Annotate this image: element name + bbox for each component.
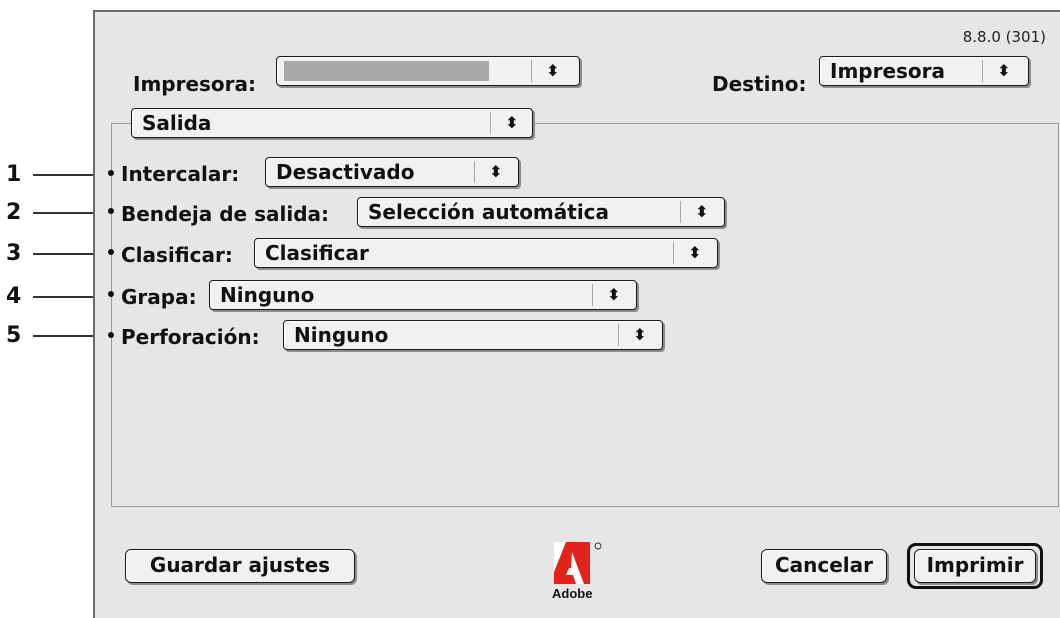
sort-label: Clasificar: bbox=[121, 243, 233, 267]
callout-dot bbox=[108, 291, 114, 297]
printer-name-redacted bbox=[284, 61, 489, 81]
collate-value: Desactivado bbox=[276, 160, 415, 184]
output-tray-label: Bendeja de salida: bbox=[121, 202, 330, 226]
callout-dot bbox=[108, 332, 114, 338]
cancel-button[interactable]: Cancelar bbox=[761, 549, 887, 583]
chevron-updown-icon: ⬍ bbox=[688, 243, 702, 262]
punch-label: Perforación: bbox=[121, 325, 260, 349]
collate-label: Intercalar: bbox=[121, 162, 240, 186]
callout-number: 5 bbox=[6, 323, 22, 348]
sort-value: Clasificar bbox=[265, 241, 369, 265]
callout-number: 4 bbox=[6, 284, 22, 309]
chevron-updown-icon: ⬍ bbox=[607, 285, 621, 304]
print-button[interactable]: Imprimir bbox=[914, 549, 1036, 583]
chevron-updown-icon: ⬍ bbox=[633, 325, 647, 344]
callout-number: 1 bbox=[6, 162, 22, 187]
chevron-updown-icon: ⬍ bbox=[489, 162, 503, 181]
output-group bbox=[111, 123, 1059, 507]
punch-select[interactable]: Ninguno ⬍ bbox=[283, 320, 663, 350]
panel-value: Salida bbox=[142, 111, 212, 135]
print-dialog: 8.8.0 (301) Impresora: ⬍ Destino: Impres… bbox=[93, 10, 1060, 618]
callout-dot bbox=[108, 249, 114, 255]
chevron-updown-icon: ⬍ bbox=[997, 61, 1011, 80]
staple-select[interactable]: Ninguno ⬍ bbox=[209, 280, 637, 310]
panel-select[interactable]: Salida ⬍ bbox=[131, 108, 533, 138]
collate-select[interactable]: Desactivado ⬍ bbox=[265, 157, 519, 187]
staple-label: Grapa: bbox=[121, 285, 197, 309]
chevron-updown-icon: ⬍ bbox=[695, 202, 709, 221]
callout-number: 2 bbox=[6, 200, 22, 225]
punch-value: Ninguno bbox=[294, 323, 389, 347]
destination-value: Impresora bbox=[830, 59, 946, 83]
printer-select[interactable]: ⬍ bbox=[276, 56, 580, 86]
staple-value: Ninguno bbox=[220, 283, 315, 307]
destination-select[interactable]: Impresora ⬍ bbox=[819, 56, 1029, 86]
callout-number: 3 bbox=[6, 241, 22, 266]
output-tray-value: Selección automática bbox=[368, 200, 610, 224]
chevron-updown-icon: ⬍ bbox=[505, 113, 519, 132]
adobe-logo-icon: Adobe bbox=[550, 542, 606, 604]
destination-label: Destino: bbox=[712, 72, 807, 96]
printer-label: Impresora: bbox=[133, 72, 257, 96]
chevron-updown-icon: ⬍ bbox=[546, 61, 560, 80]
callout-dot bbox=[108, 170, 114, 176]
version-label: 8.8.0 (301) bbox=[962, 28, 1046, 46]
save-settings-button[interactable]: Guardar ajustes bbox=[125, 549, 355, 583]
sort-select[interactable]: Clasificar ⬍ bbox=[254, 238, 718, 268]
callout-dot bbox=[108, 208, 114, 214]
output-tray-select[interactable]: Selección automática ⬍ bbox=[357, 197, 725, 227]
adobe-logo-text: Adobe bbox=[552, 586, 593, 601]
